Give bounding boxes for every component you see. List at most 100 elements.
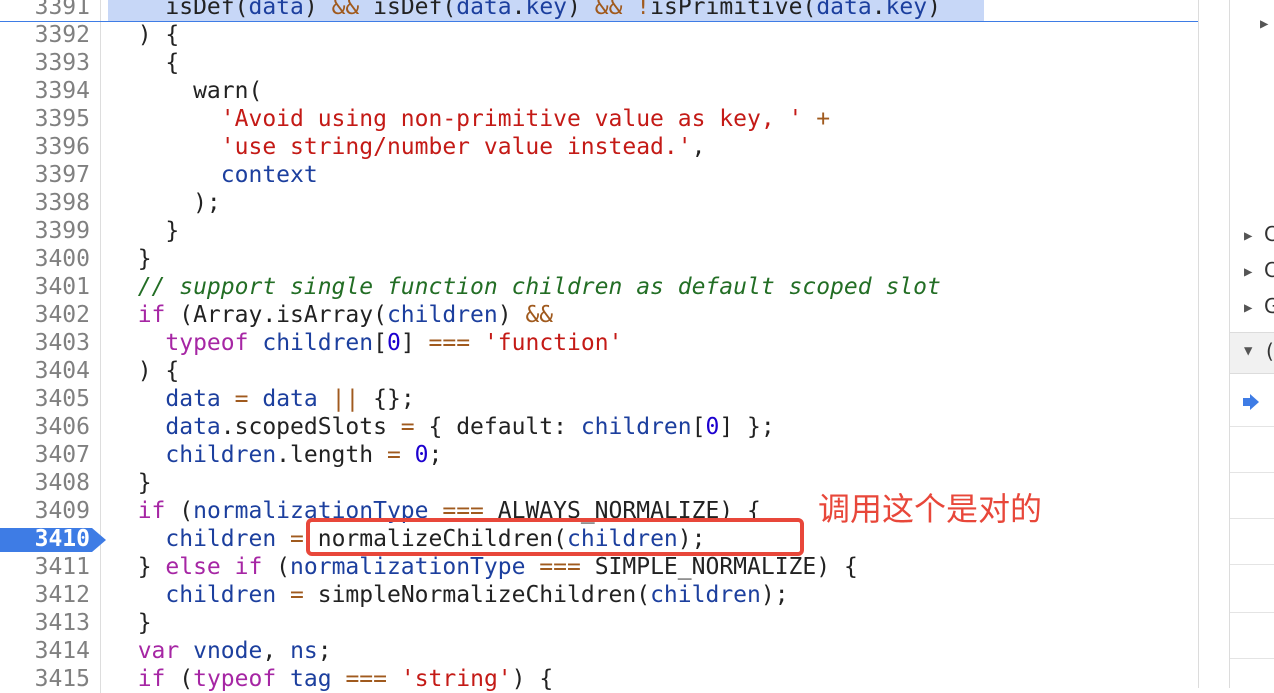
- code-text: if (typeof tag === 'string') {: [110, 665, 554, 693]
- code-token: vnode: [193, 638, 263, 664]
- code-text: }: [110, 217, 179, 245]
- code-text: children.length = 0;: [110, 441, 442, 469]
- expand-triangle-icon[interactable]: ▶: [1244, 264, 1252, 280]
- code-token: =: [290, 526, 304, 552]
- annotation-text: 调用这个是对的: [818, 490, 1043, 528]
- line-number[interactable]: 3412: [0, 581, 90, 609]
- code-token: if: [110, 498, 166, 524]
- line-number[interactable]: 3413: [0, 609, 90, 637]
- line-number[interactable]: 3401: [0, 273, 90, 301]
- code-token: children: [165, 582, 277, 608]
- code-line: 3412 children = simpleNormalizeChildren(…: [0, 581, 1198, 609]
- line-number[interactable]: 3392: [0, 21, 90, 49]
- expand-triangle-icon[interactable]: ▶: [1244, 300, 1252, 316]
- code-token: =: [234, 386, 249, 412]
- line-number[interactable]: 3408: [0, 469, 90, 497]
- code-token: [: [373, 330, 387, 356]
- code-token: =: [386, 442, 401, 468]
- line-number[interactable]: 3414: [0, 637, 90, 665]
- code-token: ,: [691, 134, 706, 160]
- line-number[interactable]: 3397: [0, 161, 90, 189]
- line-number[interactable]: 3403: [0, 329, 90, 357]
- code-token: ns: [290, 638, 318, 664]
- code-token: .: [871, 0, 886, 20]
- line-number[interactable]: 3410: [0, 525, 90, 553]
- annotation-highlight-box: [306, 518, 804, 556]
- code-token: ) {: [110, 22, 180, 48]
- code-token: data: [165, 414, 221, 440]
- line-number[interactable]: 3411: [0, 553, 90, 581]
- line-number[interactable]: 3409: [0, 497, 90, 525]
- sidebar-section-label[interactable]: C: [1264, 258, 1274, 282]
- code-token: ===: [345, 666, 387, 692]
- code-token: (: [262, 554, 291, 580]
- code-text: data = data || {};: [110, 385, 414, 413]
- code-token: (: [165, 666, 194, 692]
- code-token: isDef(: [110, 0, 249, 20]
- line-number[interactable]: 3405: [0, 385, 90, 413]
- line-number[interactable]: 3402: [0, 301, 90, 329]
- code-token: .: [511, 0, 526, 20]
- code-token: 'Avoid using non-primitive value as key,…: [110, 106, 803, 132]
- code-token: data: [165, 386, 221, 412]
- code-token: ] };: [719, 414, 775, 440]
- code-line: 3392 ) {: [0, 21, 1198, 49]
- line-number[interactable]: 3407: [0, 441, 90, 469]
- line-number[interactable]: 3404: [0, 357, 90, 385]
- line-number[interactable]: 3391: [0, 0, 90, 21]
- expand-triangle-icon[interactable]: ▶: [1244, 228, 1252, 244]
- code-token: {: [110, 50, 180, 76]
- line-number[interactable]: 3393: [0, 49, 90, 77]
- line-number[interactable]: 3415: [0, 665, 90, 693]
- code-token: ) {: [511, 666, 554, 692]
- line-number[interactable]: 3400: [0, 245, 90, 273]
- code-text: typeof children[0] === 'function': [110, 329, 622, 357]
- code-editor[interactable]: 3391 isDef(data) && isDef(data.key) && !…: [0, 0, 1198, 693]
- code-text: 'use string/number value instead.',: [110, 133, 706, 161]
- line-number[interactable]: 3394: [0, 77, 90, 105]
- current-line-rule: [0, 21, 1198, 22]
- code-token: simpleNormalizeChildren(: [303, 582, 651, 608]
- code-token: ===: [428, 330, 471, 356]
- sidebar-divider: [1230, 426, 1274, 427]
- code-token: =: [290, 582, 304, 608]
- code-token: ): [497, 302, 526, 328]
- arrow-right-icon: [1243, 394, 1259, 410]
- code-text: if (Array.isArray(children) &&: [110, 301, 553, 329]
- sidebar-section-label[interactable]: G: [1264, 294, 1274, 318]
- code-line: 3399 }: [0, 217, 1198, 245]
- code-token: children: [262, 330, 374, 356]
- sidebar-section-label[interactable]: C: [1264, 222, 1274, 246]
- call-stack-header[interactable]: ▼ (: [1230, 332, 1274, 374]
- code-line: 3401 // support single function children…: [0, 273, 1198, 301]
- code-line: 3393 {: [0, 49, 1198, 77]
- line-number[interactable]: 3406: [0, 413, 90, 441]
- collapse-triangle-icon[interactable]: ▼: [1244, 343, 1252, 359]
- code-token: ||: [331, 386, 360, 412]
- line-number[interactable]: 3396: [0, 133, 90, 161]
- code-text: } else if (normalizationType === SIMPLE_…: [110, 553, 858, 581]
- code-token: &&: [594, 0, 623, 20]
- code-token: +: [816, 106, 831, 132]
- expand-triangle-icon[interactable]: ▶: [1260, 16, 1268, 32]
- line-number[interactable]: 3395: [0, 105, 90, 133]
- debugger-sidebar: ▶ ▶ C ▶ C ▶ G ▼ (: [1229, 0, 1274, 688]
- code-token: // support single function children as d…: [110, 274, 941, 300]
- code-token: children: [580, 414, 692, 440]
- code-line: 3413 }: [0, 609, 1198, 637]
- code-line: 3415 if (typeof tag === 'string') {: [0, 665, 1198, 693]
- code-token: (Array.isArray(: [165, 302, 387, 328]
- line-number[interactable]: 3398: [0, 189, 90, 217]
- line-number[interactable]: 3399: [0, 217, 90, 245]
